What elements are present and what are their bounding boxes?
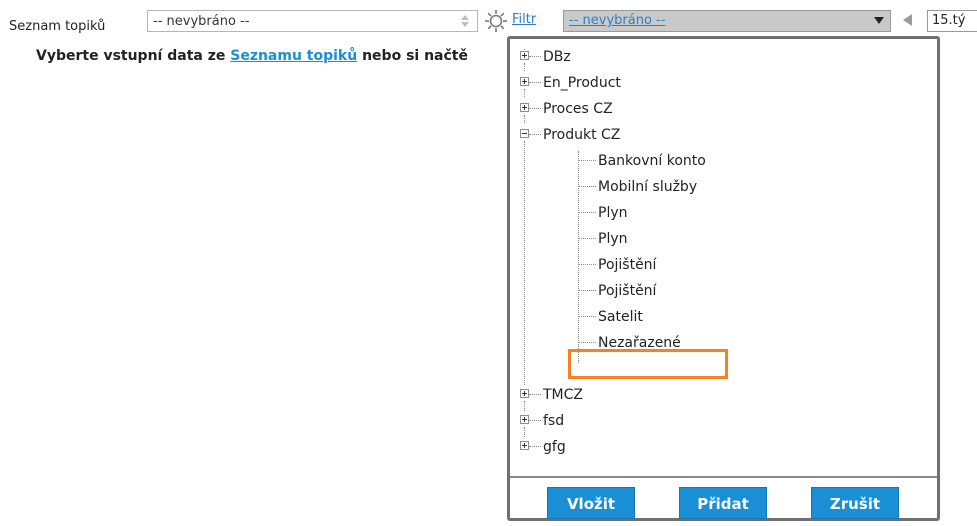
tree-connector <box>524 89 525 97</box>
topic-list-label: Seznam topiků <box>9 19 106 34</box>
tree-connector <box>524 63 525 71</box>
tree-item-label: Plyn <box>598 231 628 247</box>
tree-item-label: Proces CZ <box>543 101 613 117</box>
expand-icon[interactable] <box>520 415 529 424</box>
expand-icon[interactable] <box>520 77 529 86</box>
collapse-icon[interactable] <box>520 129 529 138</box>
tree-item-label: gfg <box>543 439 566 455</box>
topic-list-link[interactable]: Seznamu topiků <box>230 48 357 64</box>
add-button[interactable]: Přidat <box>679 487 767 519</box>
expand-icon[interactable] <box>520 441 529 450</box>
insert-button[interactable]: Vložit <box>547 487 635 519</box>
tree-connector <box>524 141 525 385</box>
tree-item-label: DBz <box>543 49 571 65</box>
tree-item-label: En_Product <box>543 75 621 91</box>
chevron-down-icon[interactable] <box>874 17 884 24</box>
info-prefix: Vyberte vstupní data ze <box>36 48 231 64</box>
tree-item-label: Satelit <box>598 309 643 325</box>
topic-tree: DBz En_Product Proces CZ Produkt CZ Bank… <box>520 39 927 477</box>
filter-select-value: -- nevybráno -- <box>569 13 666 28</box>
tree-item-label: Pojištění <box>598 283 657 299</box>
cancel-button[interactable]: Zrušit <box>811 487 899 519</box>
expand-icon[interactable] <box>520 51 529 60</box>
tree-item-label: Plyn <box>598 205 628 221</box>
tree-item-label: TMCZ <box>543 387 583 403</box>
filter-label[interactable]: Filtr <box>512 12 536 27</box>
info-message: Vyberte vstupní data ze Seznamu topiků n… <box>36 48 468 64</box>
tree-connector <box>524 427 525 437</box>
expand-icon[interactable] <box>520 389 529 398</box>
tree-item-label: fsd <box>543 413 565 429</box>
tree-item-label: Bankovní konto <box>598 153 706 169</box>
tree-item-label: Mobilní služby <box>598 179 698 195</box>
tree-item-label: Produkt CZ <box>543 127 621 143</box>
topic-tree-dropdown: DBz En_Product Proces CZ Produkt CZ Bank… <box>507 36 940 521</box>
tree-connector <box>578 151 579 363</box>
week-field[interactable]: 15.tý <box>927 10 977 32</box>
expand-icon[interactable] <box>520 103 529 112</box>
tree-item-label: Pojištění <box>598 257 657 273</box>
topic-list-select[interactable]: -- nevybráno -- <box>147 10 478 32</box>
filter-select[interactable]: -- nevybráno -- <box>563 10 891 32</box>
dialog-button-bar: Vložit Přidat Zrušit <box>510 476 937 519</box>
info-suffix: nebo si načtě <box>357 48 468 64</box>
previous-arrow-icon[interactable] <box>903 14 912 26</box>
tree-connector <box>524 401 525 411</box>
topic-select-value: -- nevybráno -- <box>153 14 250 29</box>
gear-icon[interactable] <box>484 9 508 33</box>
selection-highlight <box>568 349 728 379</box>
tree-connector <box>524 115 525 123</box>
week-value: 15.tý <box>932 13 966 28</box>
spinner-arrows-icon[interactable] <box>460 14 470 28</box>
